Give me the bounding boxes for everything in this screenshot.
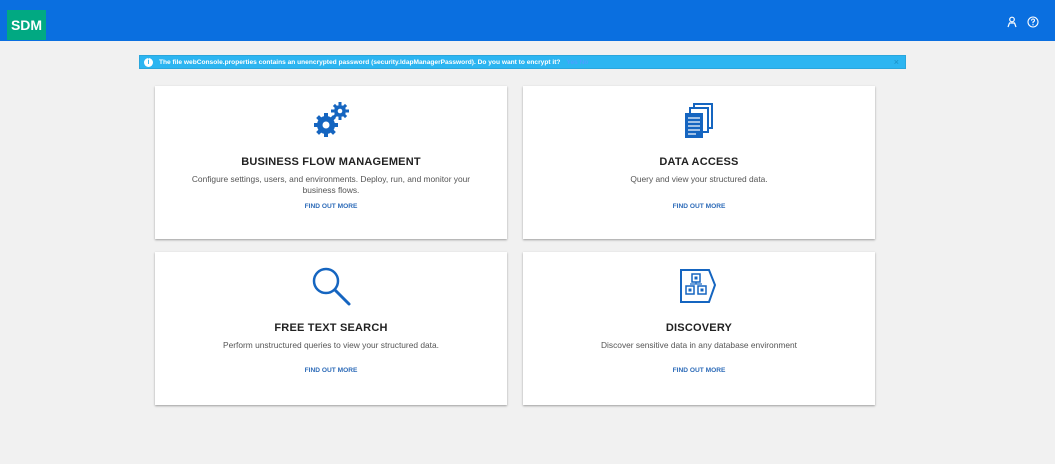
find-out-more-link[interactable]: FIND OUT MORE <box>155 367 507 374</box>
card-title: BUSINESS FLOW MANAGEMENT <box>241 156 421 168</box>
card-discovery[interactable]: DISCOVERY Discover sensitive data in any… <box>523 252 875 405</box>
card-description: Query and view your structured data. <box>630 174 768 184</box>
banner-message: The file webConsole.properties contains … <box>159 58 561 66</box>
documents-icon <box>523 102 875 140</box>
find-out-more-link[interactable]: FIND OUT MORE <box>155 203 507 210</box>
card-description: Discover sensitive data in any database … <box>601 340 797 350</box>
help-icon[interactable] <box>1026 15 1040 29</box>
card-title: DISCOVERY <box>665 322 733 334</box>
card-free-text-search[interactable]: FREE TEXT SEARCH Perform unstructured qu… <box>155 252 507 405</box>
encryption-warning-banner: i The file webConsole.properties contain… <box>139 55 906 69</box>
user-icon[interactable] <box>1005 15 1019 29</box>
banner-actions[interactable]: Yes No <box>566 59 588 66</box>
discovery-icon <box>523 267 875 305</box>
card-title: DATA ACCESS <box>659 156 739 168</box>
card-data-access[interactable]: DATA ACCESS Query and view your structur… <box>523 86 875 239</box>
search-icon <box>155 264 507 308</box>
card-description: Configure settings, users, and environme… <box>191 174 471 195</box>
find-out-more-link[interactable]: FIND OUT MORE <box>523 367 875 374</box>
info-icon: i <box>144 57 153 67</box>
card-title: FREE TEXT SEARCH <box>274 322 388 334</box>
close-icon[interactable]: × <box>894 57 899 67</box>
card-description: Perform unstructured queries to view you… <box>223 340 439 350</box>
gears-icon <box>155 100 507 140</box>
find-out-more-link[interactable]: FIND OUT MORE <box>523 203 875 210</box>
app-logo[interactable]: SDM <box>7 10 46 40</box>
top-bar: SDM <box>0 0 1055 41</box>
card-business-flow-management[interactable]: BUSINESS FLOW MANAGEMENT Configure setti… <box>155 86 507 239</box>
